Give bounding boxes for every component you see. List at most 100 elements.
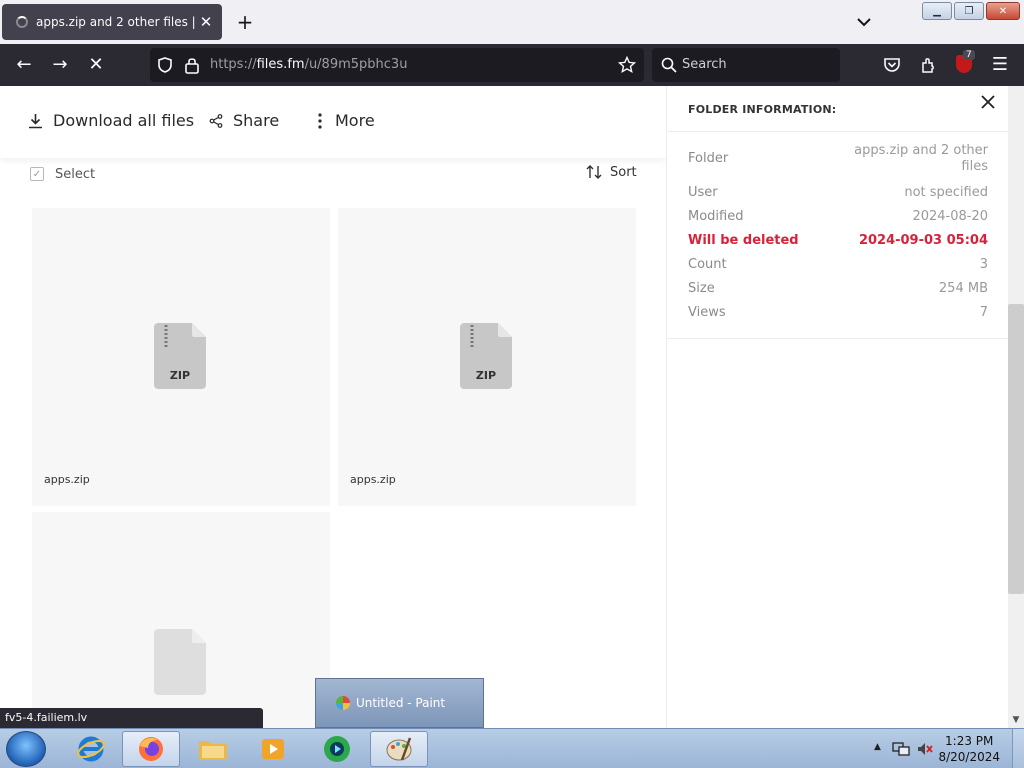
download-icon [29, 113, 42, 128]
zip-file-icon: ZIP [460, 323, 512, 389]
show-hidden-icons-icon[interactable]: ▲ [874, 742, 881, 752]
info-value: apps.zip and 2 other files [854, 143, 988, 174]
folder-icon [199, 741, 227, 760]
stop-loading-icon[interactable]: ✕ [84, 54, 108, 76]
paint-taskbar-preview[interactable]: Untitled - Paint [315, 678, 484, 728]
info-divider [667, 338, 1009, 339]
search-input[interactable]: Search [652, 48, 840, 82]
list-all-tabs-icon[interactable] [854, 12, 874, 32]
info-key: Modified [688, 209, 744, 224]
extensions-icon[interactable] [920, 56, 938, 74]
taskbar-file-explorer[interactable] [184, 731, 242, 767]
info-row-modified: Modified 2024-08-20 [667, 205, 1009, 229]
info-row-deletion: Will be deleted 2024-09-03 05:04 [667, 229, 1009, 253]
system-clock[interactable]: 1:23 PM 8/20/2024 [938, 733, 1000, 765]
browser-tab[interactable]: apps.zip and 2 other files | Files ✕ [2, 4, 222, 40]
paint-icon [336, 696, 350, 710]
taskbar-media-player[interactable] [244, 731, 302, 767]
file-name: apps.zip [44, 473, 90, 486]
extension-badge: 7 [963, 50, 975, 60]
select-label[interactable]: Select [55, 167, 95, 182]
paint-preview-title: Untitled - Paint [356, 696, 446, 710]
select-all-checkbox[interactable]: ✓ [30, 167, 44, 181]
start-button[interactable] [6, 731, 46, 767]
info-value: 2024-08-20 [912, 209, 988, 224]
info-key: Size [688, 281, 715, 296]
info-row-user: User not specified [667, 181, 1009, 205]
url-path: /u/89m5pbhc3u [304, 57, 408, 72]
status-url: fv5-4.failiem.lv [0, 708, 263, 728]
zip-file-icon: ZIP [154, 323, 206, 389]
loading-spinner-icon [16, 16, 28, 28]
search-icon [661, 57, 677, 73]
volume-muted-icon[interactable] [916, 741, 934, 757]
file-type-label: ZIP [170, 369, 190, 382]
taskbar-paint[interactable] [370, 731, 428, 767]
download-all-button[interactable]: Download all files [28, 111, 194, 130]
close-window-button[interactable]: ✕ [986, 2, 1020, 20]
close-panel-icon[interactable] [978, 92, 998, 112]
info-value: 3 [979, 257, 988, 272]
info-key: Will be deleted [688, 233, 799, 248]
taskbar-firefox[interactable] [122, 731, 180, 767]
url-host: files.fm [256, 57, 305, 72]
firefox-icon [139, 737, 163, 761]
folder-info-header: FOLDER INFORMATION: [667, 86, 1008, 132]
green-circle-app-icon [324, 736, 350, 762]
shield-icon[interactable] [156, 56, 174, 74]
file-toolbar: Download all files Share More [0, 86, 666, 158]
lock-icon[interactable] [184, 56, 200, 74]
window-controls: ▁ ❐ ✕ [920, 2, 1020, 20]
file-card[interactable]: ZIP apps.zip [32, 208, 330, 506]
file-card[interactable] [32, 512, 330, 728]
info-key: Folder [688, 151, 729, 166]
close-tab-icon[interactable]: ✕ [198, 13, 214, 31]
info-value: 2024-09-03 05:04 [858, 233, 988, 248]
show-desktop-button[interactable] [1012, 729, 1024, 768]
clock-time: 1:23 PM [945, 734, 994, 748]
info-row-views: Views 7 [667, 301, 1009, 325]
network-icon[interactable] [892, 741, 910, 757]
sort-button[interactable]: Sort [586, 164, 637, 180]
system-tray: ▲ 1:23 PM 8/20/2024 [864, 729, 1024, 768]
info-row-size: Size 254 MB [667, 277, 1009, 301]
restore-button[interactable]: ❐ [954, 2, 984, 20]
generic-file-icon [154, 629, 206, 695]
tab-title: apps.zip and 2 other files | Files [36, 15, 198, 29]
info-row-folder: Folder apps.zip and 2 other files [667, 141, 1009, 181]
share-icon [209, 113, 223, 128]
scrollbar-thumb[interactable] [1008, 304, 1024, 594]
pocket-icon[interactable] [883, 56, 901, 74]
minimize-button[interactable]: ▁ [922, 2, 952, 20]
navigation-bar: ← → ✕ https://files.fm/u/89m5pbhc3u Sear… [0, 44, 1024, 86]
scroll-down-arrow-icon[interactable]: ▼ [1008, 712, 1024, 728]
info-value: 254 MB [938, 281, 988, 296]
paint-palette-icon [386, 737, 412, 761]
menu-icon[interactable]: ☰ [988, 54, 1012, 76]
url-scheme: https:// [210, 57, 257, 72]
url-text[interactable]: https://files.fm/u/89m5pbhc3u [210, 57, 407, 72]
taskbar: ▲ 1:23 PM 8/20/2024 [0, 728, 1024, 768]
share-label: Share [233, 111, 280, 130]
more-vertical-icon [318, 112, 322, 129]
more-button[interactable]: More [315, 111, 375, 130]
url-bar[interactable]: https://files.fm/u/89m5pbhc3u [150, 48, 644, 82]
info-key: User [688, 185, 718, 200]
clock-date: 8/20/2024 [938, 750, 1000, 764]
share-button[interactable]: Share [209, 111, 279, 130]
taskbar-internet-explorer[interactable] [62, 731, 120, 767]
back-icon[interactable]: ← [12, 54, 36, 76]
new-tab-button[interactable]: + [234, 10, 256, 34]
download-all-label: Download all files [53, 111, 195, 130]
taskbar-app[interactable] [308, 731, 366, 767]
info-row-count: Count 3 [667, 253, 1009, 277]
file-card[interactable]: ZIP apps.zip [338, 208, 636, 506]
sort-arrows-icon [586, 165, 602, 179]
bookmark-star-icon[interactable] [618, 56, 636, 74]
sort-label: Sort [610, 164, 637, 180]
info-key: Views [688, 305, 726, 320]
forward-icon[interactable]: → [48, 54, 72, 76]
more-label: More [335, 111, 375, 130]
file-name: apps.zip [350, 473, 396, 486]
file-type-label: ZIP [476, 369, 496, 382]
